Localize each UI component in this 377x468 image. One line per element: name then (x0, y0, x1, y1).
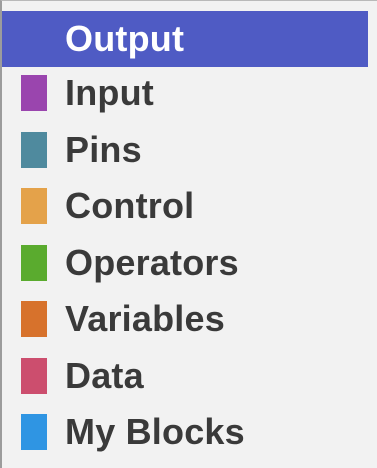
category-my-blocks[interactable]: My Blocks (2, 406, 368, 463)
category-toolbox: Output Input Pins Control Operators Vari… (0, 0, 377, 468)
category-label: My Blocks (65, 411, 245, 452)
category-label: Data (65, 354, 144, 396)
category-label: Pins (65, 128, 142, 170)
category-data[interactable]: Data (2, 350, 368, 407)
category-label: Output (65, 18, 185, 59)
category-label: Control (65, 185, 195, 226)
my-blocks-color-swatch (21, 414, 47, 450)
category-output[interactable]: Output (2, 11, 368, 67)
category-pins[interactable]: Pins (2, 124, 368, 181)
category-label: Variables (65, 298, 225, 339)
operators-color-swatch (21, 244, 47, 281)
input-color-swatch (21, 75, 47, 111)
category-control[interactable]: Control (2, 180, 368, 237)
category-input[interactable]: Input (2, 67, 368, 124)
category-label: Input (65, 72, 154, 113)
control-color-swatch (21, 188, 47, 224)
category-variables[interactable]: Variables (2, 293, 368, 350)
category-label: Operators (65, 241, 239, 283)
category-operators[interactable]: Operators (2, 237, 368, 294)
data-color-swatch (21, 357, 47, 394)
category-list: Output Input Pins Control Operators Vari… (2, 11, 368, 463)
pins-color-swatch (21, 131, 47, 168)
variables-color-swatch (21, 301, 47, 337)
